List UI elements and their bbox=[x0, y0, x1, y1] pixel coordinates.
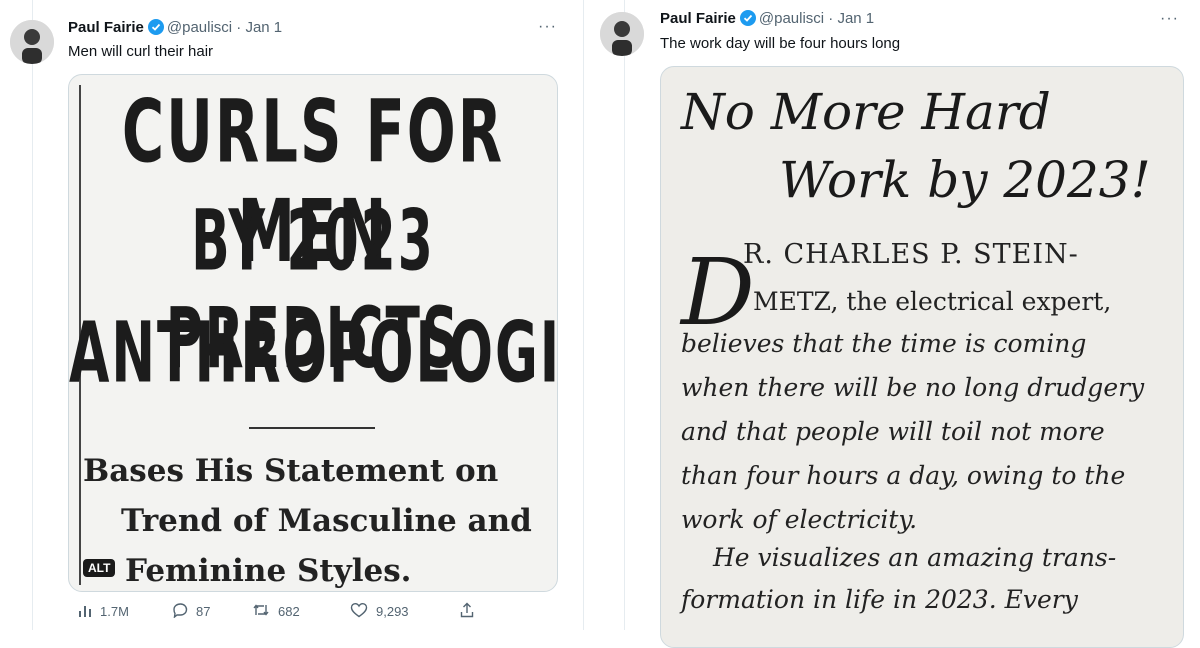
like-button[interactable]: 9,293 bbox=[350, 602, 409, 621]
author-name[interactable]: Paul Fairie bbox=[660, 10, 736, 27]
headline-line-3: ANTHROPOLOGIST bbox=[69, 303, 558, 402]
body-line-5: and that people will toil not more bbox=[681, 417, 1105, 446]
subhead-line-3: Feminine Styles. bbox=[125, 553, 412, 589]
share-button[interactable] bbox=[460, 602, 482, 621]
reply-icon bbox=[172, 602, 196, 621]
tweet-left[interactable]: Paul Fairie @paulisci · Jan 1 ··· Men wil… bbox=[0, 0, 584, 630]
tweet-actions: 1.7M 87 682 9,293 bbox=[68, 600, 556, 622]
body-line-2: METZ, the electrical expert, bbox=[753, 287, 1112, 316]
verified-icon bbox=[147, 19, 164, 40]
headline-rule bbox=[249, 427, 375, 429]
subhead-line-1: Bases His Statement on bbox=[83, 453, 499, 489]
body-line-4: when there will be no long drudgery bbox=[681, 373, 1145, 402]
clipping-title-line-2: Work by 2023! bbox=[779, 151, 1151, 209]
views-button[interactable]: 1.7M bbox=[78, 603, 129, 620]
thread-line bbox=[32, 0, 33, 630]
avatar[interactable] bbox=[10, 20, 54, 64]
retweet-button[interactable]: 682 bbox=[252, 602, 300, 621]
like-count: 9,293 bbox=[376, 603, 409, 619]
author-row: Paul Fairie @paulisci · Jan 1 bbox=[68, 19, 282, 40]
reply-button[interactable]: 87 bbox=[172, 602, 210, 621]
more-icon[interactable]: ··· bbox=[538, 18, 557, 36]
more-icon[interactable]: ··· bbox=[1160, 10, 1179, 28]
share-icon bbox=[460, 602, 482, 621]
body-line-7: work of electricity. bbox=[681, 505, 918, 534]
avatar[interactable] bbox=[600, 12, 644, 56]
thread-line bbox=[624, 0, 625, 630]
like-icon bbox=[350, 602, 376, 621]
column-divider bbox=[583, 0, 584, 630]
reply-count: 87 bbox=[196, 603, 211, 619]
tweet-image[interactable]: CURLS FOR MEN BY 2023 PREDICTS ANTHROPOL… bbox=[68, 74, 558, 592]
subhead-line-2: Trend of Masculine and bbox=[121, 503, 532, 539]
alt-badge[interactable]: ALT bbox=[83, 559, 116, 577]
retweet-count: 682 bbox=[278, 603, 300, 619]
views-count: 1.7M bbox=[100, 603, 129, 619]
views-icon bbox=[78, 603, 100, 620]
body-line-8: He visualizes an amazing trans- bbox=[713, 543, 1117, 572]
tweet-text: The work day will be four hours long bbox=[660, 35, 901, 52]
body-line-1: R. CHARLES P. STEIN- bbox=[743, 239, 1079, 270]
handle-and-date[interactable]: @paulisci · Jan 1 bbox=[759, 10, 874, 27]
body-line-9: formation in life in 2023. Every bbox=[681, 585, 1078, 614]
retweet-icon bbox=[252, 602, 278, 621]
author-name[interactable]: Paul Fairie bbox=[68, 19, 144, 36]
verified-icon bbox=[739, 10, 756, 31]
tweet-image[interactable]: No More Hard Work by 2023! D R. CHARLES … bbox=[660, 66, 1184, 648]
clipping-title-line-1: No More Hard bbox=[681, 83, 1051, 141]
body-line-6: than four hours a day, owing to the bbox=[681, 461, 1126, 490]
author-row: Paul Fairie @paulisci · Jan 1 bbox=[660, 10, 874, 31]
body-line-3: believes that the time is coming bbox=[681, 329, 1087, 358]
tweet-text: Men will curl their hair bbox=[68, 43, 214, 60]
handle-and-date[interactable]: @paulisci · Jan 1 bbox=[167, 19, 282, 36]
